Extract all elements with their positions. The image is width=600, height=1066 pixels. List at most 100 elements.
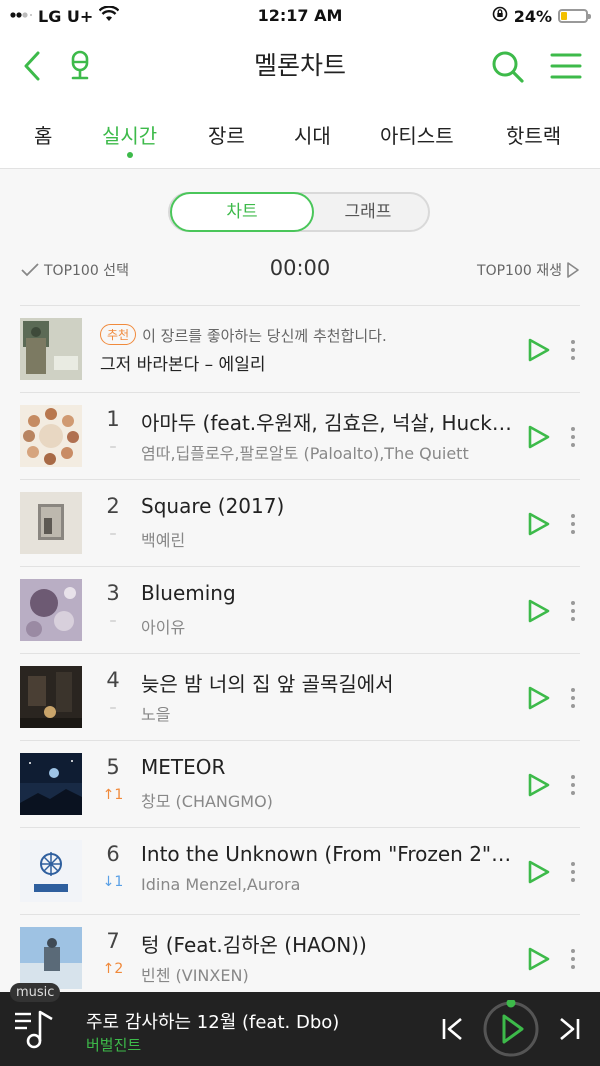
tab-era[interactable]: 시대	[294, 120, 331, 149]
rank-change: –	[109, 613, 117, 629]
chart-row[interactable]: 7 ↑2 텅 (Feat.김하온 (HAON)) 빈첸 (VINXEN)	[0, 915, 600, 1001]
play-icon	[528, 425, 550, 449]
menu-button[interactable]	[548, 48, 584, 84]
graph-view-button[interactable]: 그래프	[308, 194, 428, 230]
more-options-button[interactable]	[567, 600, 579, 622]
play-circle-icon	[483, 998, 539, 1057]
tab-artist[interactable]: 아티스트	[380, 120, 454, 149]
now-playing-title: 주로 감사하는 12월 (feat. Dbo)	[86, 1012, 340, 1033]
more-options-button[interactable]	[567, 687, 579, 709]
artist-name: 창모 (CHANGMO)	[141, 792, 273, 811]
play-button[interactable]	[526, 859, 552, 885]
more-options-button[interactable]	[567, 339, 579, 361]
tab-genre[interactable]: 장르	[208, 120, 245, 149]
mini-player[interactable]: 주로 감사하는 12월 (feat. Dbo) 버벌진트	[0, 992, 600, 1066]
play-button[interactable]	[526, 598, 552, 624]
artist-name: 염따,딥플로우,팔로알토 (Paloalto),The Quiett	[141, 444, 469, 463]
rank-change: –	[109, 439, 117, 455]
rank-number: 6	[106, 842, 120, 866]
previous-track-button[interactable]	[440, 1017, 464, 1045]
music-tag: music	[10, 983, 61, 1002]
view-toggle: 차트 그래프	[168, 192, 430, 232]
more-vertical-icon	[571, 688, 575, 708]
album-art	[20, 579, 82, 641]
recommend-description: 이 장르를 좋아하는 당신께 추천합니다.	[142, 327, 387, 345]
chart-row[interactable]: 1 – 아마두 (feat.우원재, 김효은, 넉살, Huckleberry …	[0, 393, 600, 479]
play-icon	[528, 512, 550, 536]
play-icon	[528, 860, 550, 884]
artist-name: 빈첸 (VINXEN)	[141, 966, 249, 985]
chart-row[interactable]: 6 ↓1 Into the Unknown (From "Frozen 2"/S…	[0, 828, 600, 914]
play-button[interactable]	[526, 772, 552, 798]
play-icon	[528, 947, 550, 971]
play-icon	[528, 599, 550, 623]
more-options-button[interactable]	[567, 948, 579, 970]
top100-play-button[interactable]: TOP100 재생	[477, 260, 580, 280]
album-art	[20, 318, 82, 380]
play-button[interactable]	[526, 511, 552, 537]
more-vertical-icon	[571, 340, 575, 360]
song-title: METEOR	[141, 755, 226, 779]
album-art	[20, 753, 82, 815]
play-icon	[528, 338, 550, 362]
playlist-button[interactable]	[14, 1008, 60, 1054]
category-tabs: 홈 실시간 장르 시대 아티스트 핫트랙	[0, 98, 600, 169]
more-vertical-icon	[571, 949, 575, 969]
more-vertical-icon	[571, 601, 575, 621]
chart-row[interactable]: 2 – Square (2017) 백예린	[0, 480, 600, 566]
chart-row[interactable]: 5 ↑1 METEOR 창모 (CHANGMO)	[0, 741, 600, 827]
hamburger-icon	[550, 53, 582, 79]
play-icon	[528, 773, 550, 797]
music-playlist-icon	[15, 1010, 53, 1049]
more-options-button[interactable]	[567, 774, 579, 796]
more-options-button[interactable]	[567, 861, 579, 883]
play-outline-icon	[567, 262, 579, 278]
rank-change: ↑2	[102, 961, 124, 977]
skip-next-icon	[560, 1018, 580, 1040]
active-tab-dot	[126, 152, 133, 158]
song-title: 아마두 (feat.우원재, 김효은, 넉살, Huckleberry P)	[141, 411, 513, 435]
tab-hottrack[interactable]: 핫트랙	[506, 120, 561, 149]
song-title: Into the Unknown (From "Frozen 2"/Soundt…	[141, 842, 513, 866]
artist-name: 아이유	[141, 618, 186, 637]
rotation-lock-icon	[492, 6, 508, 26]
song-title: Blueming	[141, 581, 236, 605]
album-art	[20, 840, 82, 902]
album-art	[20, 405, 82, 467]
album-art	[20, 666, 82, 728]
rank-change: ↑1	[102, 787, 124, 803]
more-options-button[interactable]	[567, 513, 579, 535]
now-playing-artist: 버벌진트	[86, 1036, 142, 1054]
rank-number: 3	[106, 581, 120, 605]
more-vertical-icon	[571, 514, 575, 534]
play-button[interactable]	[526, 946, 552, 972]
app-header: 멜론차트	[0, 32, 600, 98]
artist-name: Idina Menzel,Aurora	[141, 875, 301, 894]
rank-change: –	[109, 526, 117, 542]
more-vertical-icon	[571, 775, 575, 795]
next-track-button[interactable]	[558, 1017, 582, 1045]
search-button[interactable]	[489, 48, 525, 84]
chart-row[interactable]: 4 – 늦은 밤 너의 집 앞 골목길에서 노을	[0, 654, 600, 740]
rank-number: 5	[106, 755, 120, 779]
chart-view-button[interactable]: 차트	[170, 192, 314, 232]
status-bar: LG U+ 12:17 AM 24%	[0, 0, 600, 32]
tab-realtime[interactable]: 실시간	[102, 120, 157, 158]
play-button[interactable]	[526, 685, 552, 711]
more-options-button[interactable]	[567, 426, 579, 448]
skip-previous-icon	[442, 1018, 462, 1040]
song-title: Square (2017)	[141, 494, 285, 518]
recommendation-item[interactable]: 추천 이 장르를 좋아하는 당신께 추천합니다. 그저 바라본다 – 에일리	[0, 306, 600, 392]
play-button[interactable]	[526, 337, 552, 363]
play-button[interactable]	[526, 424, 552, 450]
artist-name: 백예린	[141, 531, 186, 550]
tab-home[interactable]: 홈	[34, 120, 52, 149]
battery-percent: 24%	[513, 6, 552, 26]
album-art	[20, 492, 82, 554]
recommend-badge: 추천	[100, 324, 137, 345]
play-icon	[528, 686, 550, 710]
play-pause-button[interactable]	[482, 998, 540, 1062]
rank-number: 1	[106, 407, 120, 431]
chart-row[interactable]: 3 – Blueming 아이유	[0, 567, 600, 653]
rank-number: 2	[106, 494, 120, 518]
